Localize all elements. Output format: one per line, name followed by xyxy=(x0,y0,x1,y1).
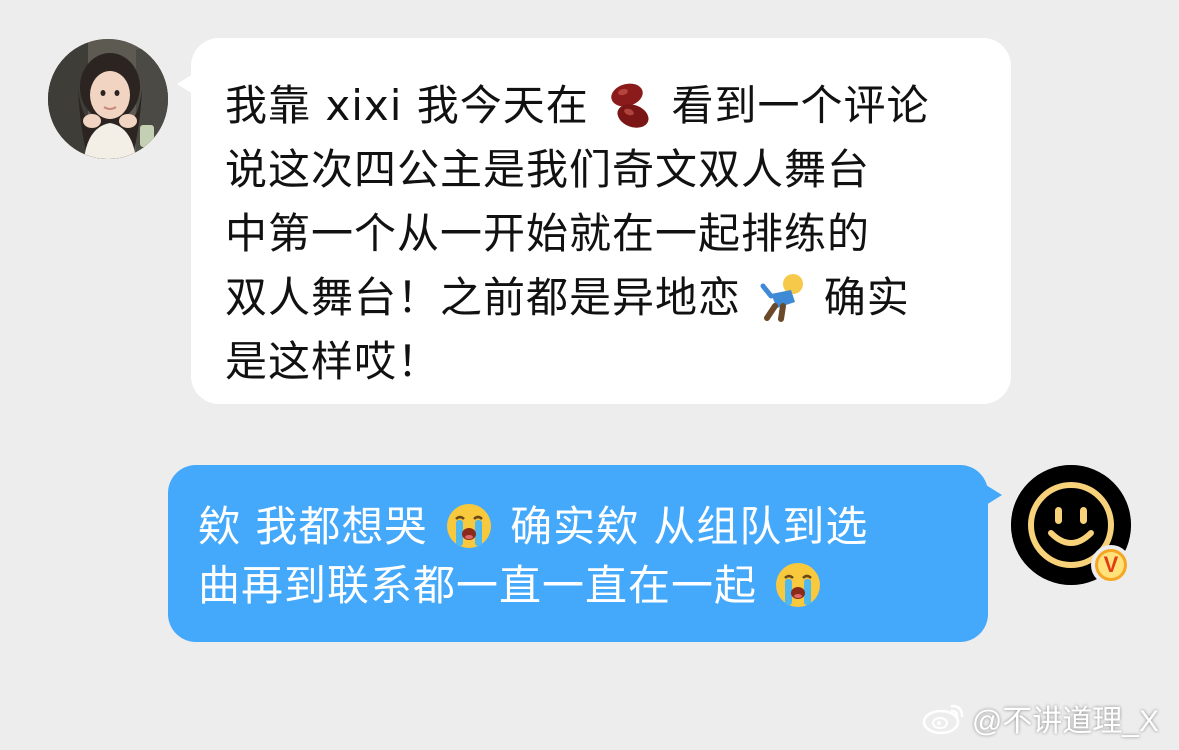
message-text: 欸 我都想哭 xyxy=(198,502,428,551)
message-text: 曲再到联系都一直一直在一起 xyxy=(198,561,758,610)
chat-screen: 我靠 xixi 我今天在 看到一个评论 说这次四公主是我们奇文双人舞台 中第一个… xyxy=(0,0,1179,750)
watermark-text: @不讲道理_X xyxy=(971,705,1159,738)
verified-badge: V xyxy=(1091,545,1131,585)
message-text: 确实欸 从组队到选 xyxy=(510,502,869,551)
person-falling-emoji-icon xyxy=(760,274,804,322)
message-line: 是这样哎！ xyxy=(225,337,441,386)
message-text: 确实 xyxy=(823,273,910,322)
message-line: 双人舞台！之前都是异地恋 确实 xyxy=(225,266,977,330)
message-line: 欸 我都想哭 确实欸 从组队到选 xyxy=(198,497,958,556)
outgoing-message-bubble[interactable]: 欸 我都想哭 确实欸 从组队到选 曲再到联系都一直一直在一起 xyxy=(168,465,1002,642)
message-text: 双人舞台！之前都是异地恋 xyxy=(225,273,742,322)
message-line: 中第一个从一开始就在一起排练的 xyxy=(225,209,871,258)
weibo-icon xyxy=(922,704,964,735)
message-text: 我靠 xixi 我今天在 xyxy=(225,81,589,130)
loudly-crying-face-emoji-icon xyxy=(776,563,821,607)
message-text: 看到一个评论 xyxy=(671,81,930,130)
sender-avatar[interactable] xyxy=(48,39,168,159)
loudly-crying-face-emoji-icon xyxy=(446,504,491,548)
badge-label: V xyxy=(1098,552,1124,578)
message-line: 说这次四公主是我们奇文双人舞台 xyxy=(225,145,871,194)
incoming-message-bubble[interactable]: 我靠 xixi 我今天在 看到一个评论 说这次四公主是我们奇文双人舞台 中第一个… xyxy=(177,38,1011,404)
user-photo-avatar-icon xyxy=(48,39,168,159)
message-line: 我靠 xixi 我今天在 看到一个评论 xyxy=(225,74,977,138)
message-line: 曲再到联系都一直一直在一起 xyxy=(198,556,958,615)
beans-emoji-icon xyxy=(611,83,649,128)
watermark: @不讲道理_X xyxy=(922,696,1159,740)
